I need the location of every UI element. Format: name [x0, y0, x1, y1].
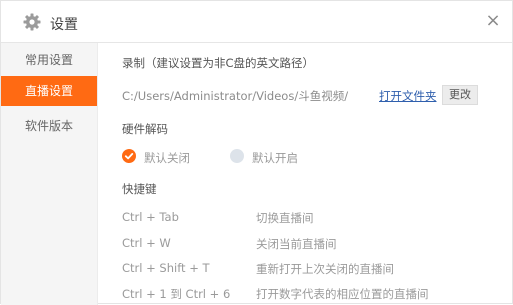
shortcuts-heading: 快捷键 [122, 182, 157, 196]
shortcut-keys: Ctrl + W [122, 236, 171, 250]
radio-decode-off-label: 默认关闭 [144, 151, 190, 165]
shortcut-action: 切换直播间 [256, 211, 314, 225]
shortcut-keys: Ctrl + Tab [122, 210, 179, 224]
settings-content: 录制（建议设置为非C盘的英文路径） C:/Users/Administrator… [98, 43, 512, 303]
shortcut-keys: Ctrl + 1 到 Ctrl + 6 [122, 287, 231, 301]
shortcut-action: 关闭当前直播间 [256, 237, 337, 251]
radio-decode-off[interactable] [122, 149, 136, 163]
radio-decode-on-label: 默认开启 [252, 151, 298, 165]
recording-path: C:/Users/Administrator/Videos/斗鱼视频/ [122, 89, 349, 103]
open-folder-link[interactable]: 打开文件夹 [379, 88, 437, 104]
settings-window: 设置 × 常用设置 直播设置 软件版本 录制（建议设置为非C盘的英文路径） C:… [0, 0, 513, 305]
recording-heading: 录制（建议设置为非C盘的英文路径） [122, 56, 315, 70]
check-icon [124, 153, 134, 160]
shortcut-action: 打开数字代表的相应位置的直播间 [256, 287, 429, 301]
change-button[interactable]: 更改 [442, 85, 478, 105]
close-icon[interactable]: × [484, 12, 502, 30]
sidebar-item-general[interactable]: 常用设置 [1, 45, 97, 75]
shortcut-keys: Ctrl + Shift + T [122, 261, 210, 275]
shortcut-action: 重新打开上次关闭的直播间 [256, 262, 394, 276]
title-bar: 设置 × [1, 1, 512, 43]
gear-icon [23, 13, 41, 31]
sidebar-item-version[interactable]: 软件版本 [1, 111, 97, 141]
hardware-decode-heading: 硬件解码 [122, 122, 168, 136]
window-title: 设置 [50, 17, 78, 33]
radio-decode-on[interactable] [230, 149, 244, 163]
sidebar: 常用设置 直播设置 软件版本 [1, 43, 98, 305]
sidebar-item-live[interactable]: 直播设置 [1, 76, 97, 106]
